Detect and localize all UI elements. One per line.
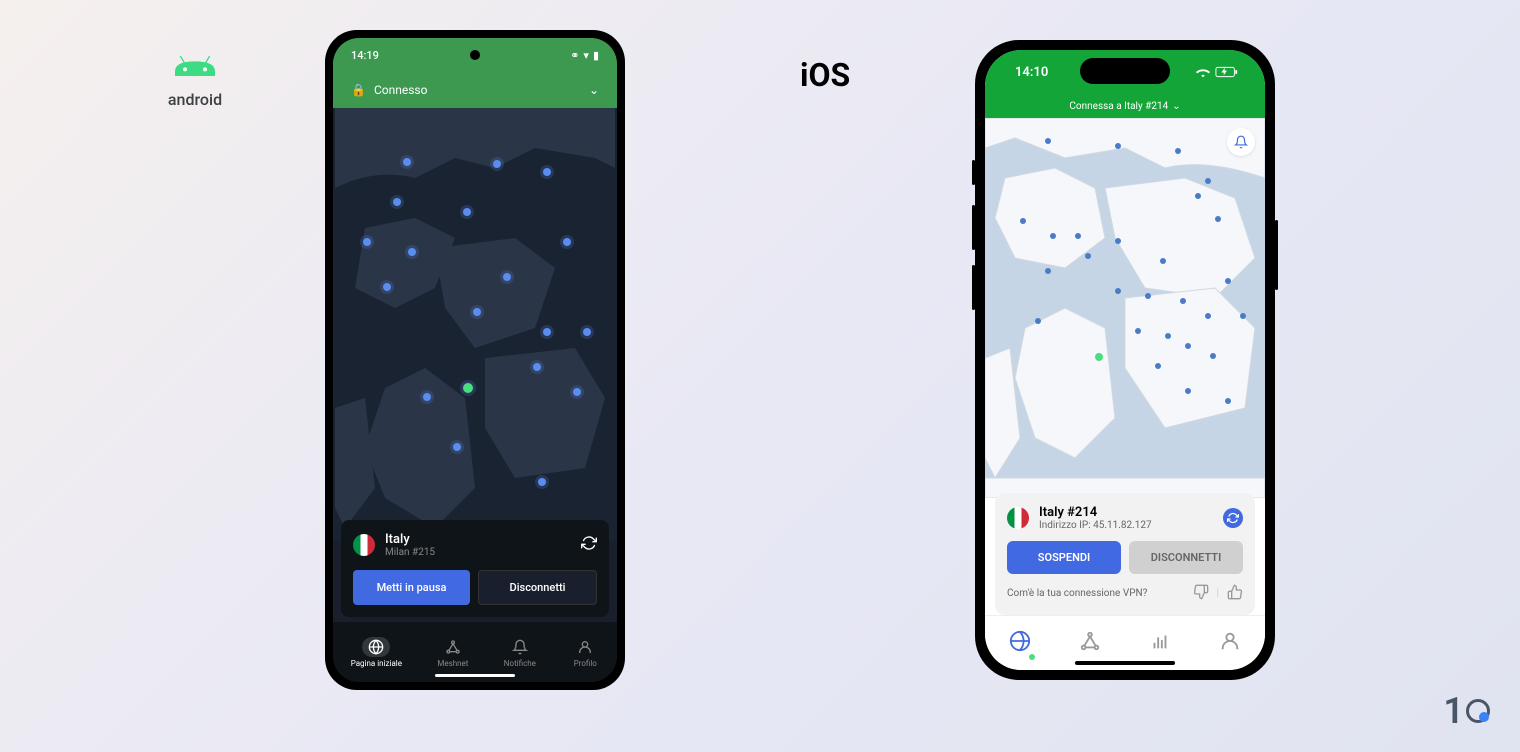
globe-icon: [368, 639, 384, 655]
connected-label: Connesso: [374, 83, 428, 97]
status-time: 14:10: [1015, 65, 1048, 80]
chevron-down-icon[interactable]: ⌄: [589, 83, 599, 97]
europe-map-dark: [333, 108, 617, 540]
ios-connected-bar[interactable]: Connessa a Italy #214 ⌄: [985, 94, 1265, 118]
profile-icon: [577, 639, 593, 655]
stats-icon: [1149, 630, 1171, 652]
chevron-down-icon: ⌄: [1172, 101, 1180, 112]
lock-icon: 🔒: [351, 83, 366, 97]
nav-meshnet[interactable]: [1079, 630, 1101, 656]
nav-profile[interactable]: [1219, 630, 1241, 656]
italy-flag-icon: [1007, 507, 1029, 529]
nav-meshnet[interactable]: Meshnet: [437, 637, 468, 668]
android-label: android: [168, 90, 222, 109]
thumbs-up-icon[interactable]: [1227, 584, 1243, 603]
bell-icon: [1234, 135, 1248, 149]
connected-label: Connessa a Italy #214: [1069, 101, 1168, 112]
mesh-icon: [1079, 630, 1101, 652]
android-robot-icon: [160, 48, 230, 88]
battery-icon: ▮: [593, 49, 599, 62]
ios-location-card: Italy #214 Indirizzo IP: 45.11.82.127 SO…: [995, 493, 1255, 615]
ios-label: iOS: [800, 56, 850, 94]
pause-button[interactable]: SOSPENDI: [1007, 541, 1121, 574]
mesh-icon: [445, 639, 461, 655]
android-device: 14:19 ⚭ ▾ ▮ 🔒 Connesso ⌄: [325, 30, 625, 690]
bell-icon: [512, 639, 528, 655]
nav-notifications[interactable]: Notifiche: [504, 637, 536, 668]
ios-map[interactable]: [985, 118, 1265, 498]
nav-profile[interactable]: Profilo: [571, 637, 599, 668]
location-server: Italy #214: [1039, 505, 1152, 520]
globe-icon: [1009, 630, 1031, 652]
ios-gesture-handle[interactable]: [1075, 661, 1175, 665]
battery-icon: [1215, 66, 1239, 78]
location-server: Milan #215: [385, 547, 435, 558]
android-location-card: Italy Milan #215 Metti in pausa Disconne…: [341, 520, 609, 617]
wifi-icon: [1195, 66, 1211, 78]
nav-home[interactable]: [1009, 630, 1031, 656]
disconnect-button[interactable]: Disconnetti: [478, 570, 597, 605]
feedback-question: Com'è la tua connessione VPN?: [1007, 588, 1147, 599]
nav-stats[interactable]: [1149, 630, 1171, 656]
pause-button[interactable]: Metti in pausa: [353, 570, 470, 605]
thumbs-down-icon[interactable]: [1193, 584, 1209, 603]
status-time: 14:19: [351, 49, 379, 62]
nav-home[interactable]: Pagina iniziale: [351, 637, 402, 668]
refresh-icon[interactable]: [1223, 508, 1243, 528]
android-bottom-nav: Pagina iniziale Meshnet Notifiche Profil…: [333, 622, 617, 682]
europe-map-light: [985, 118, 1265, 498]
refresh-icon[interactable]: [581, 535, 597, 555]
location-country: Italy: [385, 532, 435, 547]
wifi-icon: ▾: [583, 49, 589, 62]
location-ip: Indirizzo IP: 45.11.82.127: [1039, 520, 1152, 531]
disconnect-button[interactable]: DISCONNETTI: [1129, 541, 1243, 574]
android-gesture-handle[interactable]: [435, 674, 515, 677]
android-connected-bar[interactable]: 🔒 Connesso ⌄: [333, 72, 617, 108]
italy-flag-icon: [353, 534, 375, 556]
notifications-button[interactable]: [1227, 128, 1255, 156]
watermark: 1: [1443, 690, 1490, 732]
vpn-icon: ⚭: [570, 49, 579, 62]
android-logo: android: [160, 48, 230, 109]
ios-device: 14:10 Connessa a Italy #214 ⌄: [975, 40, 1275, 680]
profile-icon: [1219, 630, 1241, 652]
android-map[interactable]: [333, 108, 617, 540]
